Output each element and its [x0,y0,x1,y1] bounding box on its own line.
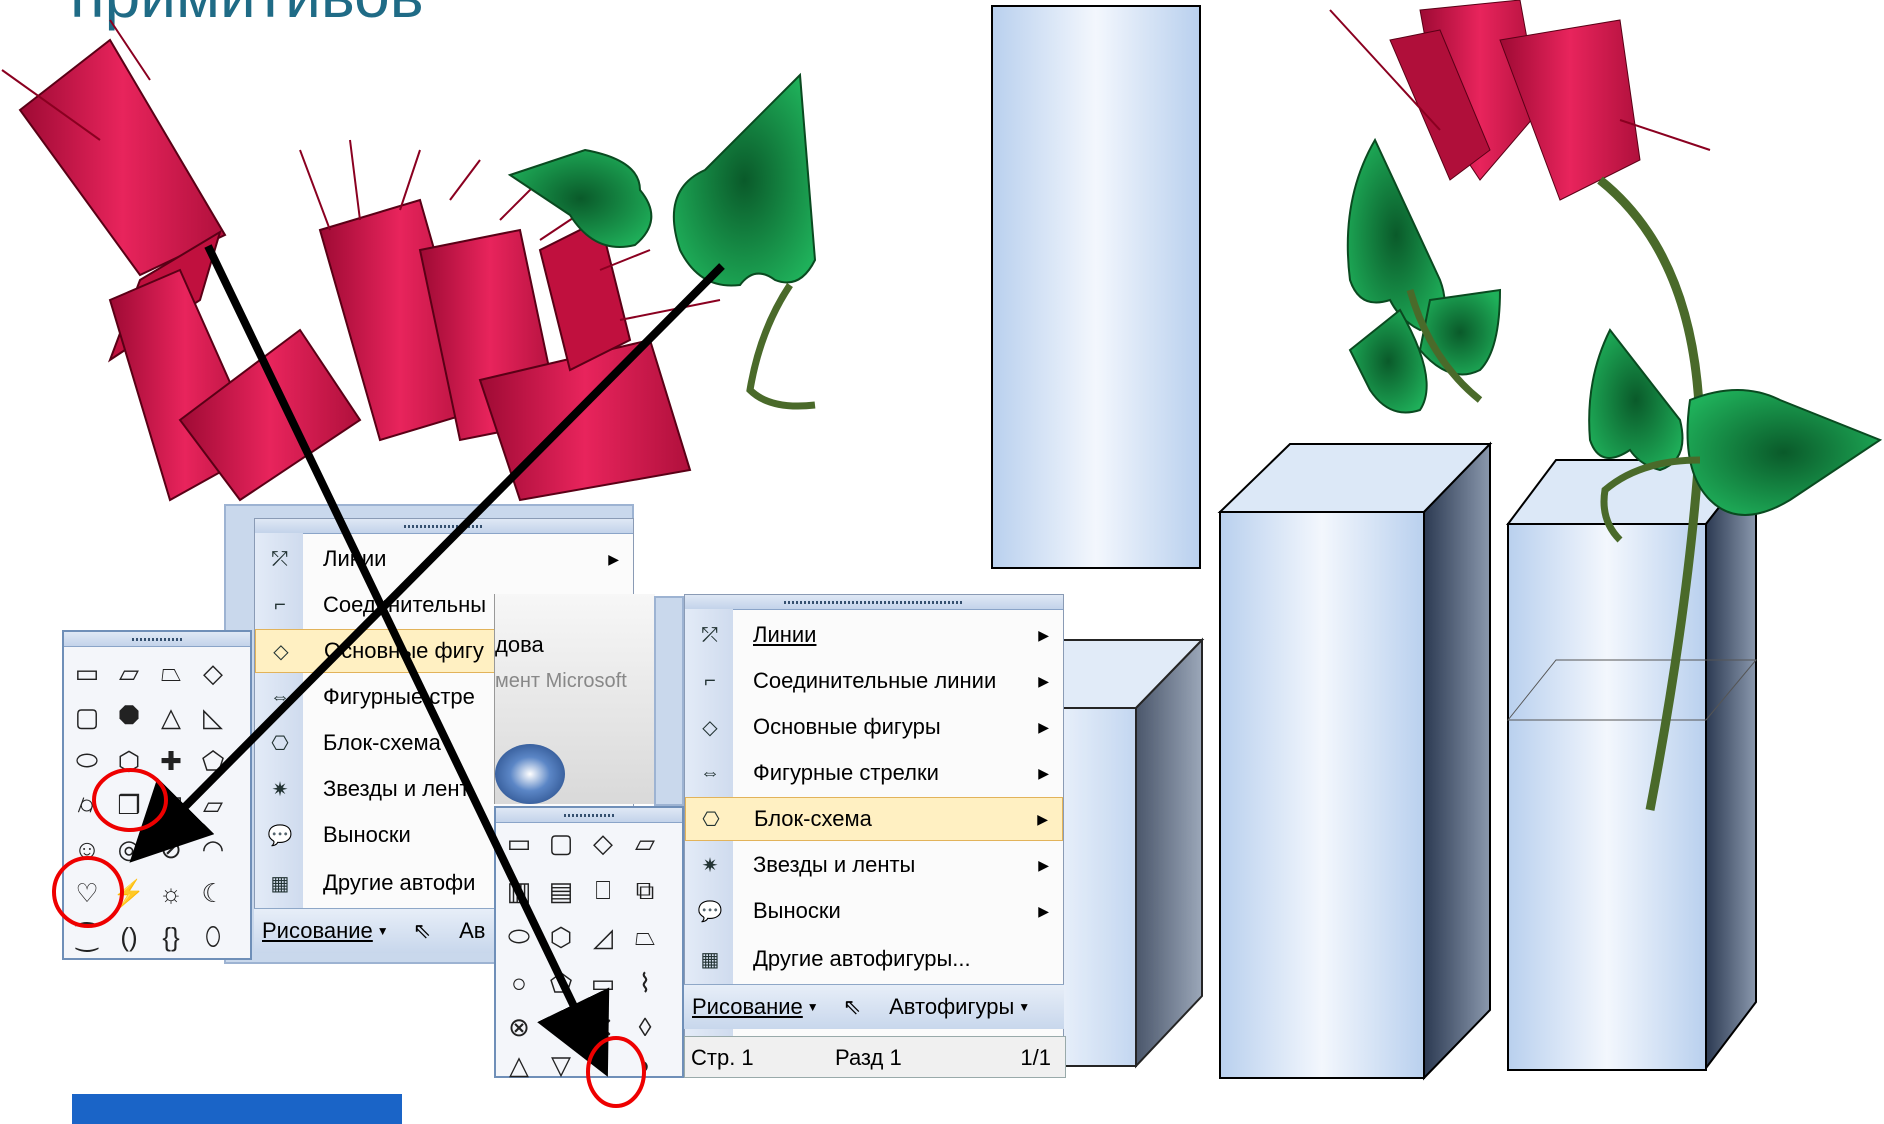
blue-button-bar[interactable] [72,1094,402,1124]
highlight-circle-stored-data [586,1036,646,1108]
arrow-to-stored-data [204,244,610,1077]
highlight-circle-cube [92,768,168,832]
annotation-overlay [52,244,725,1108]
arrow-to-cube [129,263,725,863]
highlight-circle-heart [52,856,124,928]
